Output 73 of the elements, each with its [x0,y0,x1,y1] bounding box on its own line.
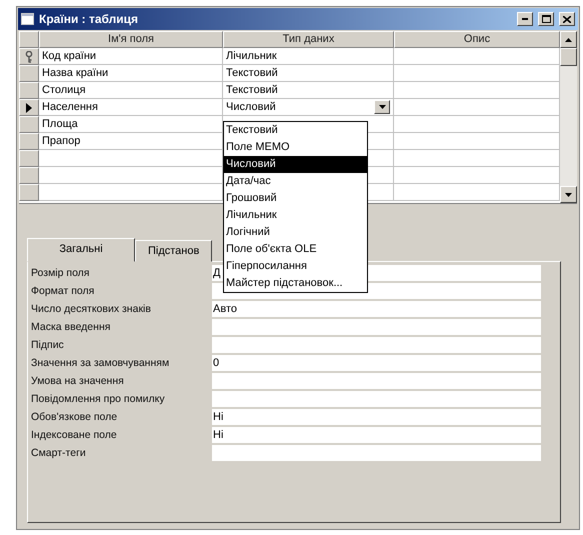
data-type-text: Текстовий [226,66,278,81]
minimize-icon [522,18,528,20]
field-name-cell[interactable] [39,184,223,201]
field-name-cell[interactable]: Населення [39,99,223,116]
maximize-icon [542,15,550,23]
description-cell[interactable] [394,65,560,82]
property-value-field[interactable]: Ні [212,409,541,425]
property-label: Число десяткових знаків [31,303,152,315]
close-icon [563,16,571,22]
window-title: Країни : таблиця [39,12,140,26]
down-arrow-icon [565,192,572,196]
column-header: Опис [394,31,560,48]
data-type-cell[interactable]: Лічильник [223,48,394,65]
property-value-field[interactable]: 0 [212,355,541,371]
property-value-field[interactable] [212,373,541,389]
property-label: Індексоване поле [31,429,118,441]
table-icon [21,13,34,25]
scroll-down-button[interactable] [560,186,577,203]
description-cell[interactable] [394,99,560,116]
description-cell[interactable] [394,167,560,184]
field-name-cell[interactable]: Назва країни [39,65,223,82]
scroll-thumb[interactable] [560,48,577,66]
dropdown-button[interactable] [374,100,390,114]
property-tab[interactable]: Загальні [27,238,135,262]
description-cell[interactable] [394,150,560,167]
property-value-field[interactable] [212,337,541,353]
property-label: Смарт-теги [31,447,87,459]
caret-icon [378,105,386,109]
property-label: Повідомлення про помилку [31,393,166,405]
property-tab[interactable]: Підстанов [135,240,212,262]
property-label: Обов'язкове поле [31,411,118,423]
description-cell[interactable] [394,82,560,99]
description-cell[interactable] [394,48,560,65]
row-selector[interactable] [19,48,39,65]
data-type-text: Числовий [226,100,276,115]
field-name-cell[interactable]: Площа [39,116,223,133]
close-button[interactable] [559,12,575,26]
data-type-text: Текстовий [226,83,278,98]
data-type-cell[interactable]: Текстовий [223,82,394,99]
property-label: Розмір поля [31,267,90,279]
property-label: Формат поля [31,285,96,297]
property-value-field[interactable] [212,391,541,407]
vertical-scrollbar[interactable] [560,31,577,203]
field-name-cell[interactable]: Код країни [39,48,223,65]
current-row-arrow-icon [26,102,32,112]
column-header: Тип даних [223,31,394,48]
data-type-text: Лічильник [226,49,277,64]
property-value-field[interactable]: Ні [212,427,541,443]
property-label: Маска введення [31,321,112,333]
up-arrow-icon [565,38,572,42]
property-label: Умова на значення [31,375,125,387]
property-label: Значення за замовчуванням [31,357,170,369]
property-value-field[interactable]: Авто [212,301,541,317]
minimize-button[interactable] [517,12,533,26]
data-type-combo[interactable]: Числовий [223,99,394,116]
field-name-cell[interactable] [39,150,223,167]
data-type-cell[interactable]: Текстовий [223,65,394,82]
description-cell[interactable] [394,116,560,133]
field-name-cell[interactable]: Столиця [39,82,223,99]
description-cell[interactable] [394,133,560,150]
scroll-up-button[interactable] [560,31,577,48]
maximize-button[interactable] [538,12,554,26]
column-header: Ім'я поля [39,31,223,48]
property-label: Підпис [31,339,65,351]
key-icon [25,50,33,62]
property-value-field[interactable] [212,319,541,335]
field-name-cell[interactable] [39,167,223,184]
corner-header [19,31,39,48]
description-cell[interactable] [394,184,560,201]
field-name-cell[interactable]: Прапор [39,133,223,150]
dropdown-option[interactable]: Числовий [224,156,367,173]
row-selector[interactable] [19,99,39,116]
property-value-field[interactable] [212,445,541,461]
